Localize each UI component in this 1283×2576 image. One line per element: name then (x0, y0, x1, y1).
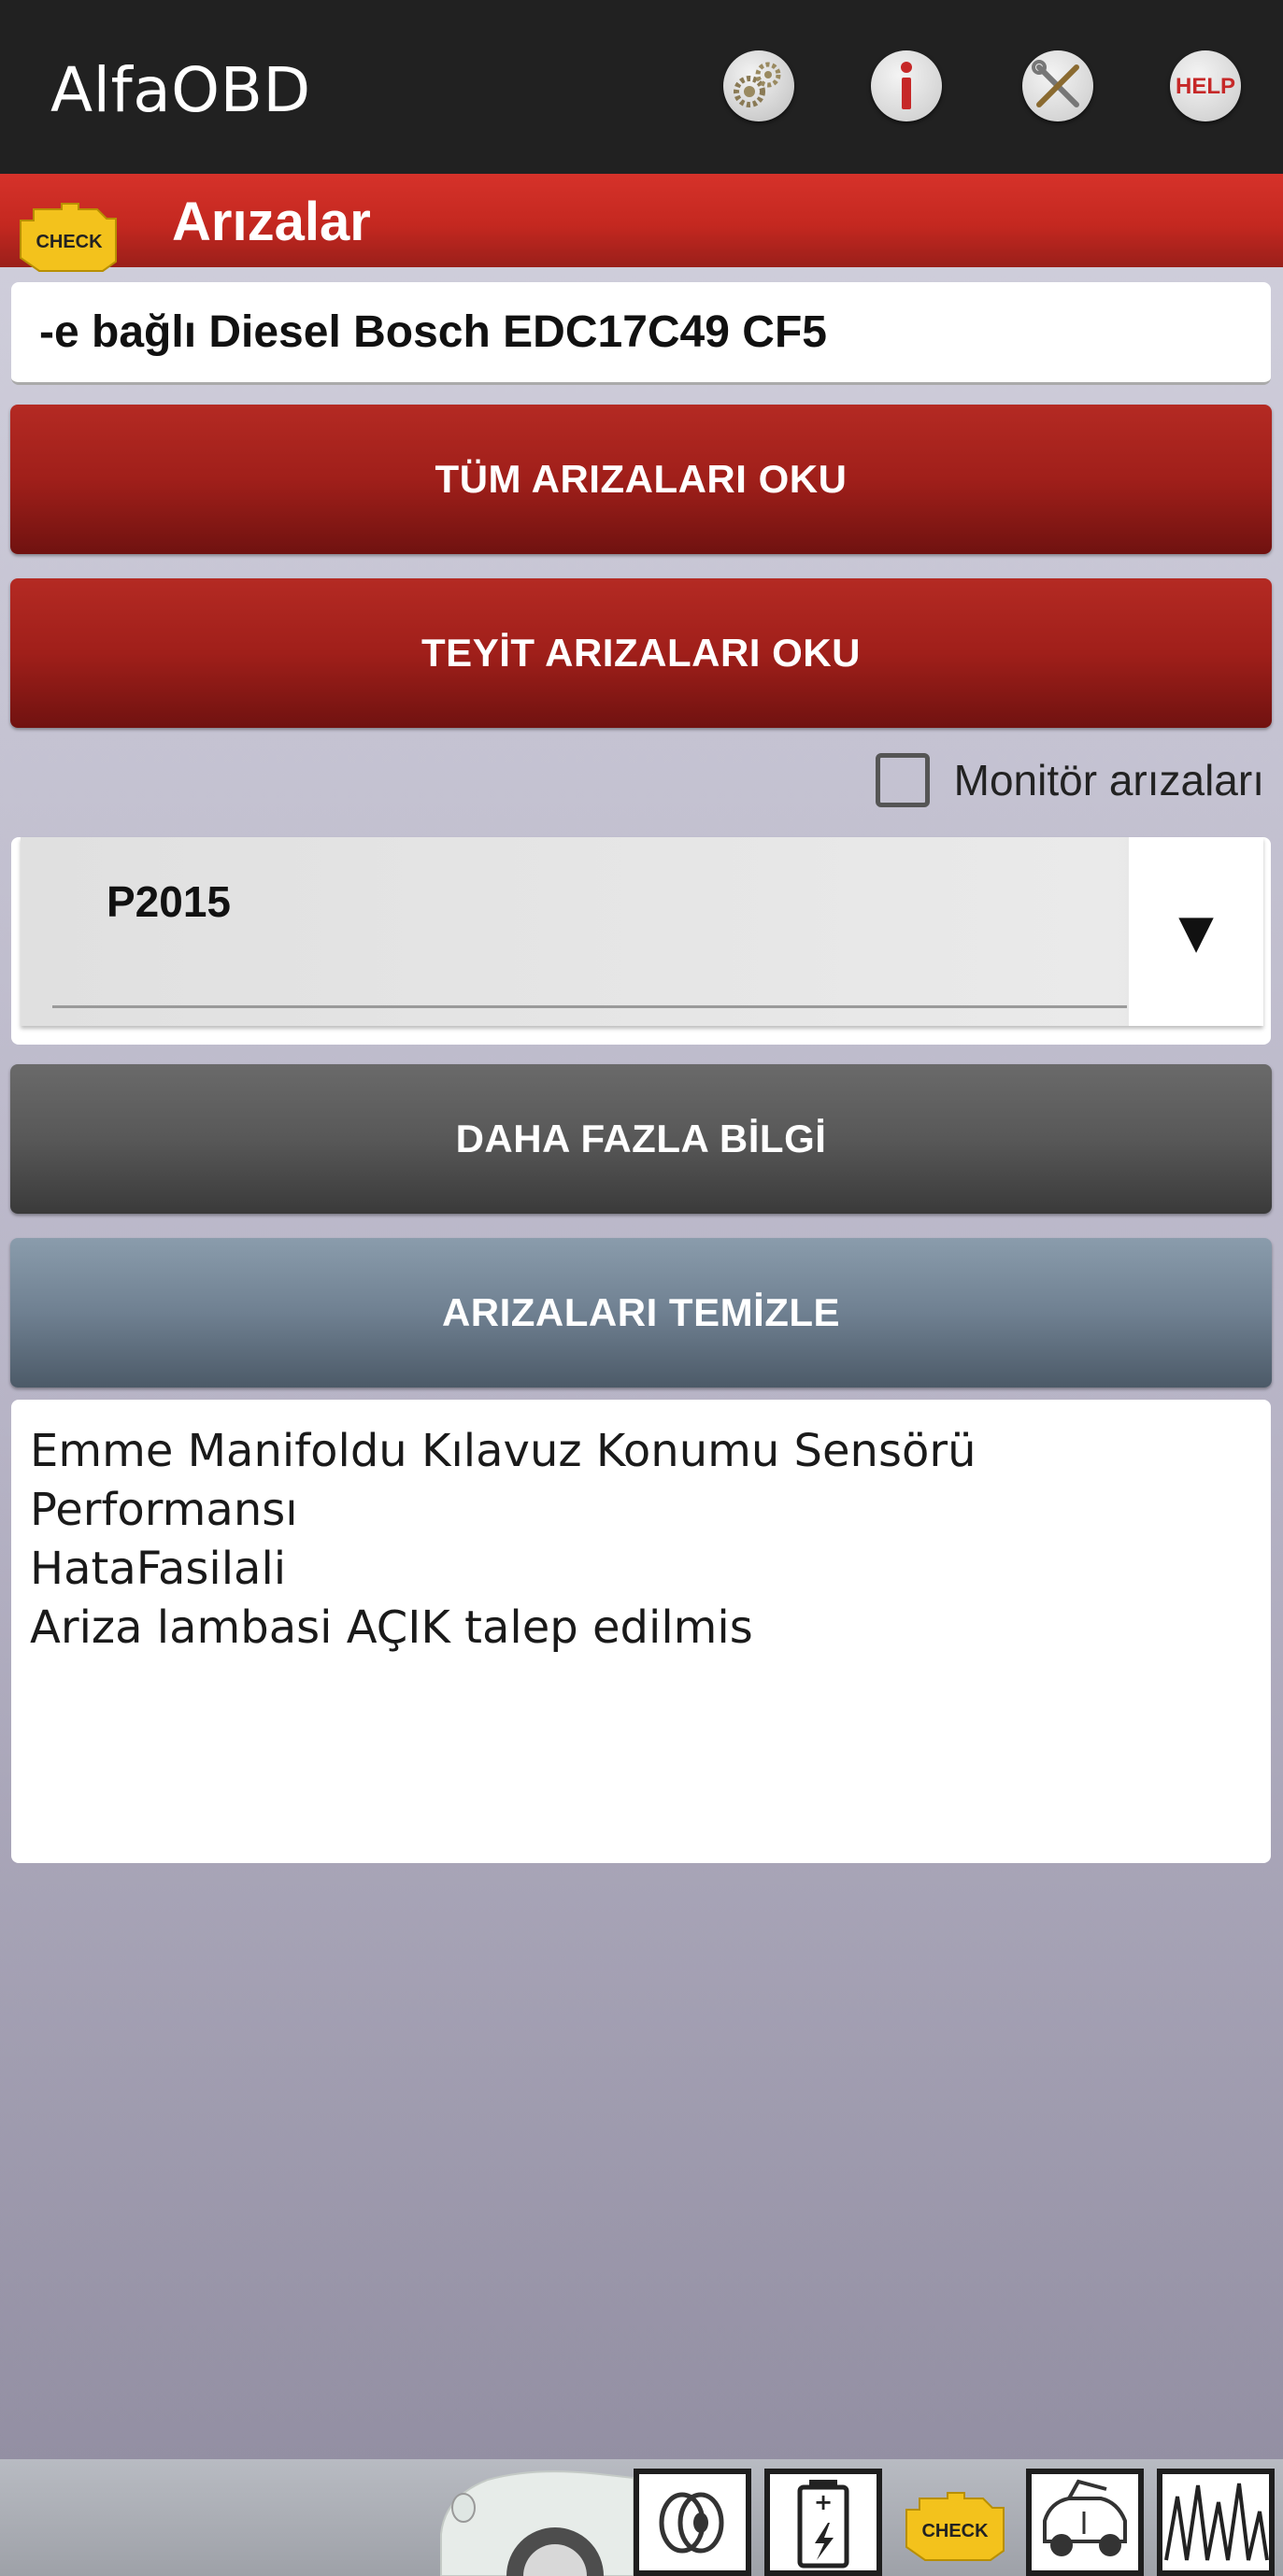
more-info-button[interactable]: DAHA FAZLA BİLGİ (10, 1064, 1272, 1214)
settings-button[interactable] (723, 50, 794, 121)
dropdown-arrow-button[interactable]: ▼ (1129, 837, 1263, 1026)
svg-text:CHECK: CHECK (36, 232, 103, 252)
battery-icon: + (797, 2480, 849, 2569)
help-icon: HELP (1176, 74, 1235, 99)
svg-text:HELP: HELP (1176, 74, 1235, 99)
info-icon (901, 62, 912, 109)
check-engine-icon: CHECK (20, 203, 117, 272)
chevron-down-icon: ▼ (1166, 898, 1226, 965)
info-button[interactable] (871, 50, 942, 121)
tools-icon (1032, 60, 1079, 107)
dtc-select[interactable]: P2015 ▼ (21, 837, 1263, 1026)
tools-button[interactable] (1022, 50, 1093, 121)
read-confirmed-faults-button[interactable]: TEYİT ARIZALARI OKU (10, 578, 1272, 728)
car-service-nav-button[interactable] (1026, 2469, 1144, 2576)
waveform-icon (1164, 2483, 1269, 2561)
dropdown-underline (52, 1005, 1127, 1008)
dtc-selected-value: P2015 (107, 877, 232, 926)
battery-nav-button[interactable]: + (764, 2469, 882, 2576)
settings-gear-icon (734, 62, 781, 107)
check-engine-badge: CHECK (13, 196, 121, 278)
check-engine-icon: CHECK (905, 2492, 1005, 2561)
monitor-faults-label: Monitör arızaları (953, 756, 1264, 804)
clear-faults-button[interactable]: ARIZALARI TEMİZLE (10, 1238, 1272, 1388)
read-all-faults-button[interactable]: TÜM ARIZALARI OKU (10, 405, 1272, 554)
page-title: Arızalar (172, 192, 371, 252)
fault-detail-line: Emme Manifoldu Kılavuz Konumu Sensörü (30, 1425, 977, 1477)
monitor-faults-row[interactable]: Monitör arızaları (875, 747, 1264, 813)
dtc-select-container: P2015 ▼ (11, 837, 1271, 1045)
fault-detail-line: Performansı (30, 1484, 298, 1536)
app-title: AlfaOBD (50, 54, 311, 126)
monitor-faults-checkbox[interactable] (875, 753, 930, 807)
help-button[interactable]: HELP (1170, 50, 1241, 121)
fault-detail-line: HataFasilali (30, 1543, 287, 1595)
speaker-icon (659, 2492, 724, 2554)
svg-text:+: + (814, 2489, 833, 2515)
waveform-nav-button[interactable] (1157, 2469, 1275, 2576)
car-service-icon (1043, 2479, 1127, 2556)
car-icon (440, 2470, 634, 2576)
fault-details-box: Emme Manifoldu Kılavuz Konumu Sensörü Pe… (11, 1400, 1271, 1863)
speaker-nav-button[interactable] (634, 2469, 751, 2576)
ecu-description: -e bağlı Diesel Bosch EDC17C49 CF5 (11, 282, 1271, 385)
car-nav-button[interactable] (432, 2459, 634, 2576)
fault-detail-line: Ariza lambasi AÇIK talep edilmis (30, 1601, 753, 1654)
check-engine-nav-button[interactable]: CHECK (899, 2485, 1011, 2568)
svg-text:CHECK: CHECK (921, 2521, 989, 2541)
